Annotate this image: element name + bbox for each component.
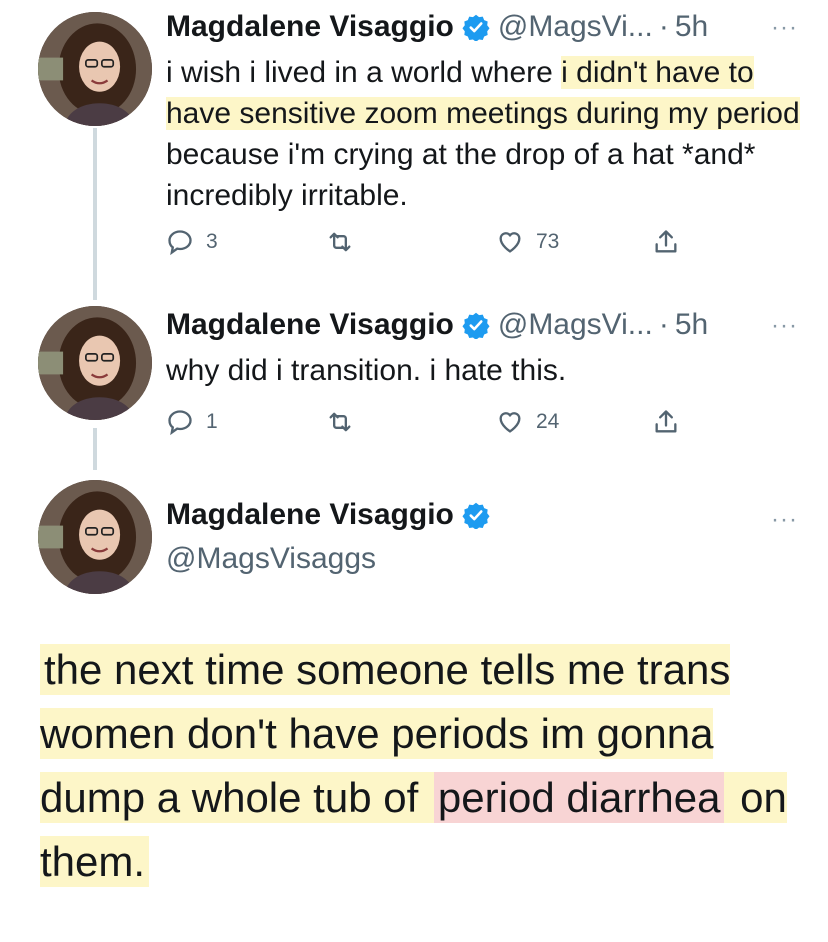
separator-dot: · bbox=[658, 308, 669, 341]
more-icon[interactable]: ··· bbox=[771, 312, 798, 340]
reply-count: 1 bbox=[206, 410, 218, 433]
timestamp[interactable]: 5h bbox=[675, 308, 708, 342]
retweet-icon bbox=[329, 412, 351, 432]
tweet-text-part: i wish i lived in a world where bbox=[166, 56, 562, 89]
action-bar: 3 73 bbox=[166, 228, 726, 264]
retweet-button[interactable] bbox=[326, 408, 366, 436]
share-button[interactable] bbox=[652, 228, 692, 256]
retweet-button[interactable] bbox=[326, 228, 366, 256]
display-name[interactable]: Magdalene Visaggio bbox=[166, 308, 454, 342]
display-name[interactable]: Magdalene Visaggio bbox=[166, 498, 454, 532]
reply-button[interactable]: 3 bbox=[166, 228, 218, 256]
share-button[interactable] bbox=[652, 408, 692, 436]
retweet-icon bbox=[329, 232, 351, 252]
more-icon[interactable]: ··· bbox=[771, 14, 798, 42]
like-count: 73 bbox=[536, 230, 560, 253]
tweet-header: Magdalene Visaggio @MagsVi... · 5h bbox=[166, 308, 708, 342]
more-icon[interactable]: ··· bbox=[771, 506, 798, 534]
action-bar: 1 24 bbox=[166, 408, 726, 444]
reply-button[interactable]: 1 bbox=[166, 408, 218, 436]
reply-icon bbox=[168, 410, 192, 436]
display-name[interactable]: Magdalene Visaggio bbox=[166, 10, 454, 44]
avatar[interactable] bbox=[38, 480, 152, 594]
verified-badge-icon bbox=[462, 14, 490, 41]
verified-badge-icon bbox=[462, 502, 490, 529]
reply-icon bbox=[168, 230, 192, 256]
handle[interactable]: @MagsVi... bbox=[498, 10, 653, 44]
tweet-1[interactable]: Magdalene Visaggio @MagsVi... · 5h ··· i… bbox=[0, 0, 828, 300]
handle[interactable]: @MagsVisaggs bbox=[166, 542, 376, 576]
avatar[interactable] bbox=[38, 12, 152, 126]
like-icon bbox=[499, 232, 521, 253]
avatar[interactable] bbox=[38, 306, 152, 420]
display-name-row: Magdalene Visaggio bbox=[166, 498, 498, 532]
like-button[interactable]: 24 bbox=[496, 408, 559, 436]
share-icon bbox=[655, 410, 677, 433]
tweet-2[interactable]: Magdalene Visaggio @MagsVi... · 5h ··· w… bbox=[0, 300, 828, 470]
separator-dot: · bbox=[658, 10, 669, 43]
avatar-photo bbox=[38, 306, 152, 420]
like-count: 24 bbox=[536, 410, 560, 433]
like-icon bbox=[499, 412, 521, 433]
tweet-text: the next time someone tells me trans wom… bbox=[40, 638, 800, 894]
verified-badge-icon bbox=[462, 312, 490, 339]
timestamp[interactable]: 5h bbox=[675, 10, 708, 44]
tweet-text: i wish i lived in a world where i didn't… bbox=[166, 52, 806, 216]
tweet-text: why did i transition. i hate this. bbox=[166, 354, 567, 387]
avatar-photo bbox=[38, 12, 152, 126]
share-icon bbox=[655, 230, 677, 253]
avatar-photo bbox=[38, 480, 152, 594]
tweet-header: Magdalene Visaggio @MagsVi... · 5h bbox=[166, 10, 708, 44]
tweet-text-part: because i'm crying at the drop of a hat … bbox=[166, 138, 756, 212]
main-tweet[interactable]: Magdalene Visaggio ··· @MagsVisaggs the … bbox=[0, 470, 828, 942]
reply-count: 3 bbox=[206, 230, 218, 253]
highlighted-text-pink: period diarrhea bbox=[433, 772, 725, 823]
handle[interactable]: @MagsVi... bbox=[498, 308, 653, 342]
like-button[interactable]: 73 bbox=[496, 228, 559, 256]
